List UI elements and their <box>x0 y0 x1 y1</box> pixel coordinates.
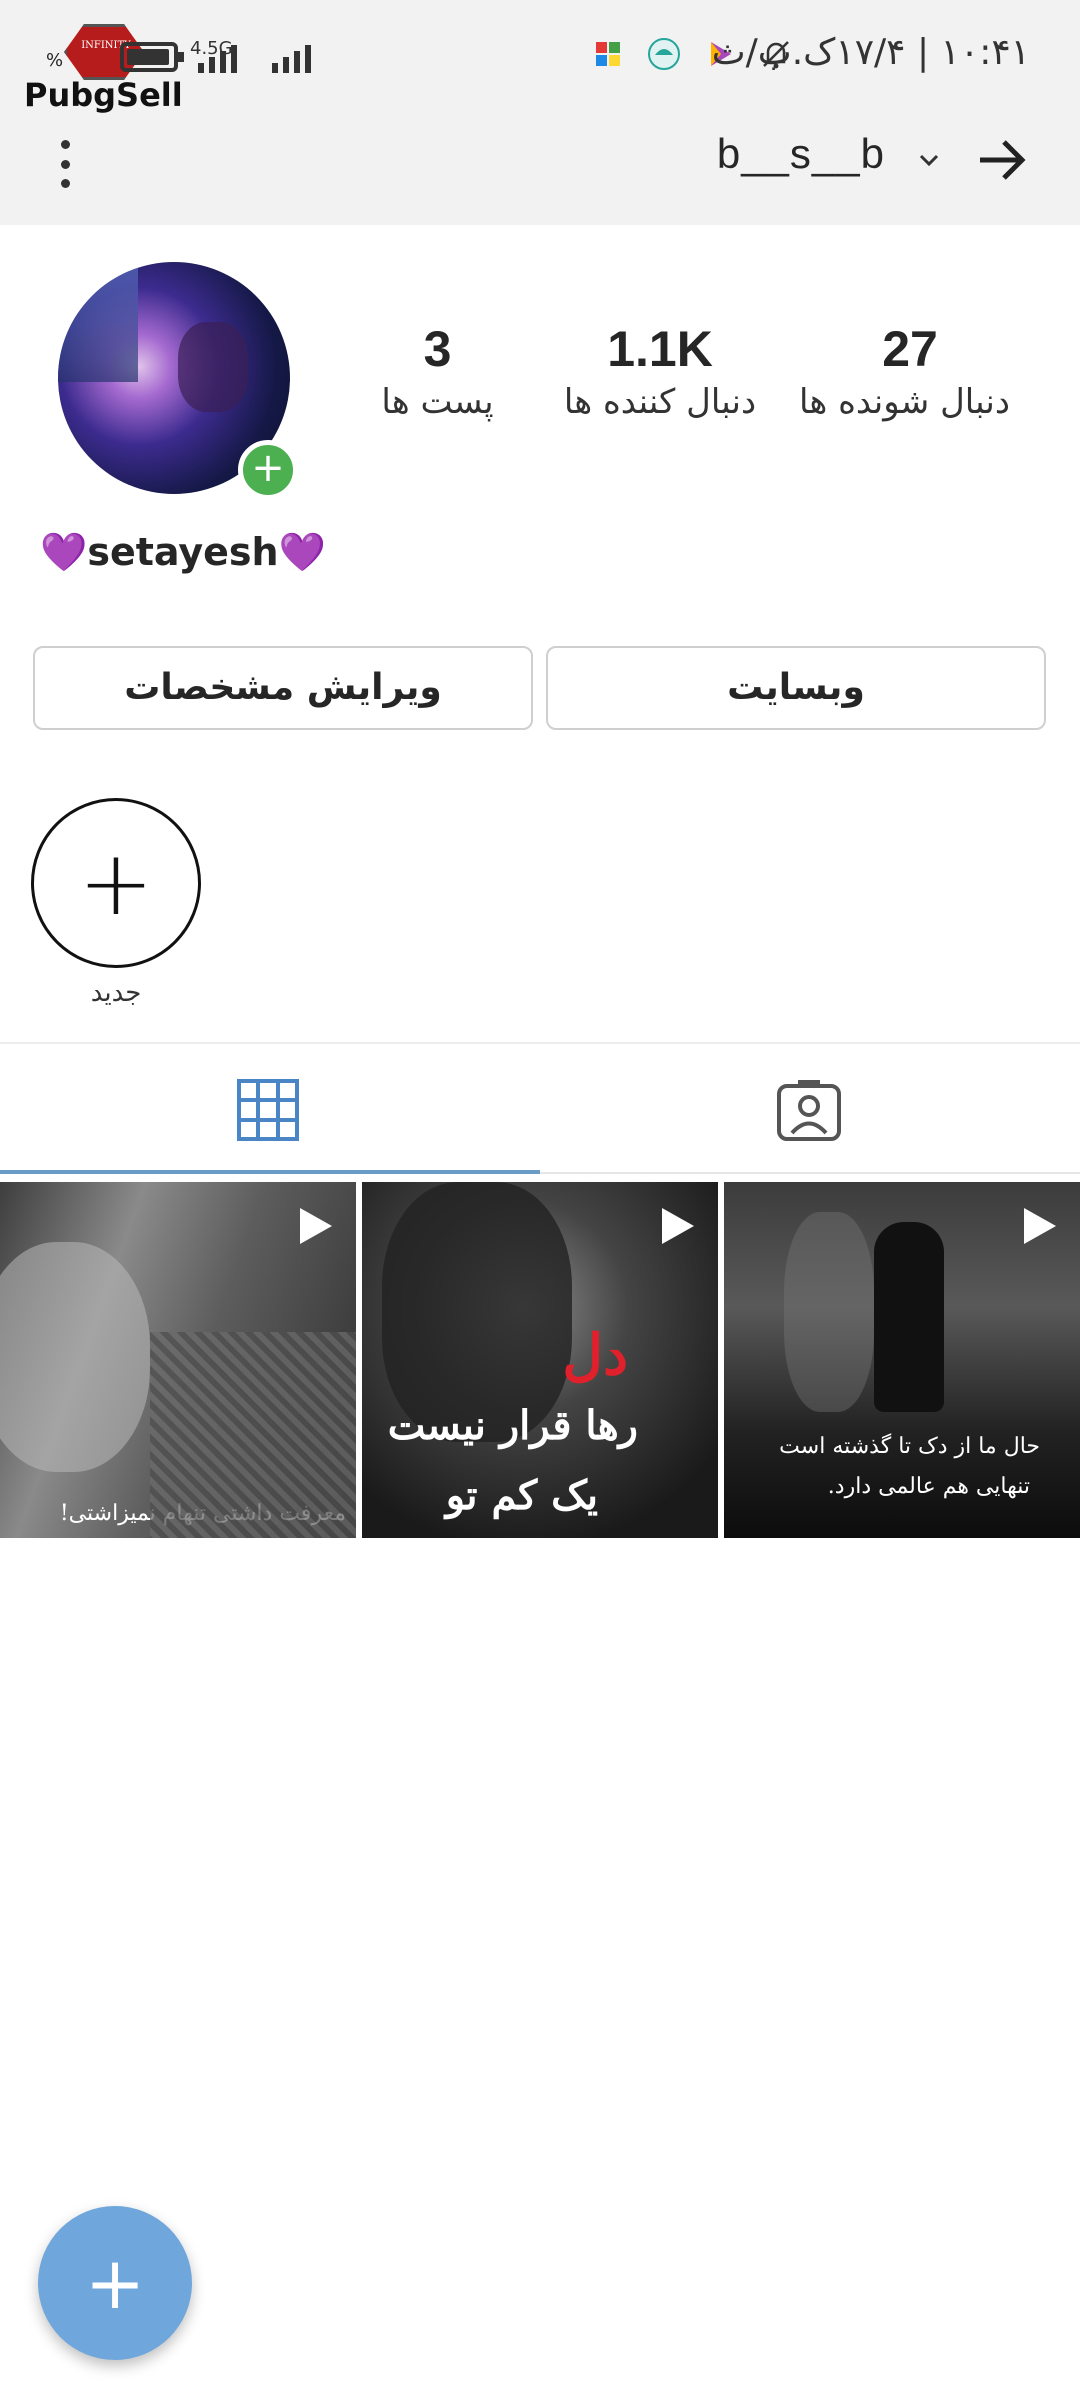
purple-heart-emoji-2: 💜 <box>278 530 326 574</box>
app-bar: b__s__b <box>0 120 1080 225</box>
post-caption-line: تنهایی هم عالمی دارد. <box>827 1474 1030 1499</box>
post-caption: معرفت داشتی تنهام نمیزاشتی! <box>59 1501 346 1526</box>
post-caption-line: دل <box>562 1322 628 1388</box>
play-icon <box>1024 1208 1056 1244</box>
add-story-plus-icon[interactable]: + <box>238 440 298 500</box>
profile-username[interactable]: b__s__b <box>717 130 885 178</box>
arrow-right-icon[interactable] <box>972 130 1032 190</box>
posts-count: 3 <box>423 321 452 377</box>
posts-stat[interactable]: 3 پست ها <box>360 320 515 422</box>
battery-percent: % <box>46 50 64 71</box>
active-tab-indicator <box>0 1170 540 1174</box>
plus-icon: + <box>84 2241 146 2325</box>
signal-icon <box>198 45 237 73</box>
new-highlight-label: جدید <box>90 978 142 1008</box>
display-name-text: setayesh <box>87 530 279 574</box>
plus-icon: + <box>78 830 154 936</box>
status-time: ۱۰:۴۱ | ۱۷/۴ک.ب/ث <box>711 32 1030 73</box>
tab-divider <box>540 1172 1080 1174</box>
display-name: 💜setayesh💜 <box>40 530 326 575</box>
edit-profile-button[interactable]: ویرایش مشخصات <box>33 646 533 730</box>
create-post-fab[interactable]: + <box>38 2206 192 2360</box>
following-stat[interactable]: 27 دنبال شونده ها <box>798 320 1010 422</box>
followers-count: 1.1K <box>607 321 713 377</box>
followers-stat[interactable]: 1.1K دنبال کننده ها <box>560 320 760 422</box>
post-caption-line: یک کم تو <box>445 1472 598 1519</box>
more-vertical-icon[interactable] <box>50 134 80 194</box>
followers-label: دنبال کننده ها <box>563 382 757 422</box>
post-thumbnail-1[interactable]: معرفت داشتی تنهام نمیزاشتی! <box>0 1182 356 1538</box>
purple-heart-emoji: 💜 <box>40 530 88 574</box>
grid-icon <box>237 1079 299 1141</box>
posts-label: پست ها <box>381 382 494 422</box>
signal-icon-2 <box>272 45 311 73</box>
post-thumbnail-3[interactable]: حال ما از دک تا گذشته است تنهایی هم عالم… <box>724 1182 1080 1538</box>
status-bar: INFINITY PubgSell % 4.5G ۱۰:۴۱ | ۱۷/۴ک.ب… <box>0 0 1080 120</box>
post-caption-line: حال ما از دک تا گذشته است <box>779 1434 1040 1459</box>
post-thumbnail-2[interactable]: دل رها قرار نیست یک کم تو <box>362 1182 718 1538</box>
battery-icon <box>120 42 184 72</box>
weather-app-icon <box>646 36 682 72</box>
following-label: دنبال شونده ها <box>798 382 1010 422</box>
play-icon <box>300 1208 332 1244</box>
website-button[interactable]: وبسایت <box>546 646 1046 730</box>
tab-tagged[interactable] <box>540 1044 1080 1174</box>
logo-text: PubgSell <box>24 76 183 114</box>
chevron-down-icon[interactable] <box>911 142 947 178</box>
post-caption-line: رها قرار نیست <box>387 1402 638 1449</box>
tagged-person-icon <box>777 1080 841 1141</box>
play-icon <box>662 1208 694 1244</box>
following-count: 27 <box>882 321 938 377</box>
tab-posts-grid[interactable] <box>0 1044 540 1174</box>
game-app-icon <box>590 36 626 72</box>
